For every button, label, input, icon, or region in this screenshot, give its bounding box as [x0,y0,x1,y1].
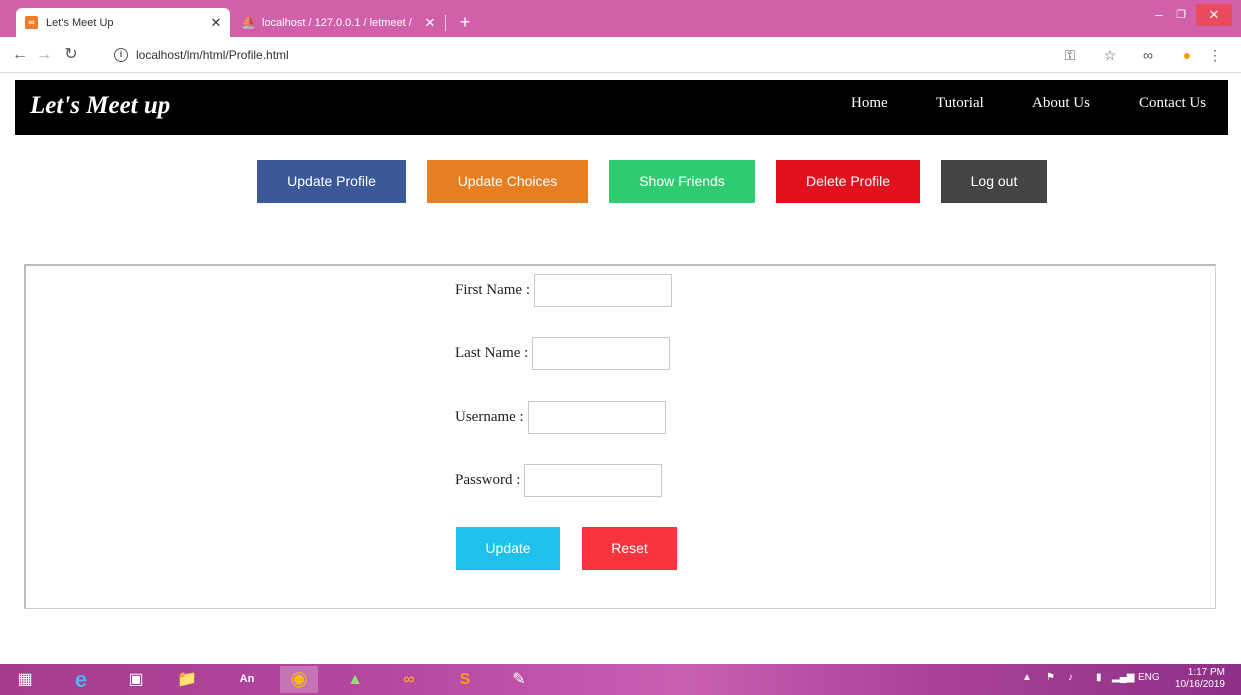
tab-separator [445,15,446,31]
windows-start-icon[interactable]: ▦ [6,666,44,693]
window-close-icon[interactable]: ✕ [1196,4,1232,26]
extension-icon[interactable]: ● [1175,44,1199,66]
new-tab-icon[interactable]: + [456,12,474,32]
forward-icon[interactable]: → [33,44,55,66]
username-label: Username : [455,409,524,425]
xampp-taskbar-icon[interactable]: ∞ [390,666,428,693]
last-name-label: Last Name : [455,345,529,361]
nav-about-us[interactable]: About Us [1032,95,1090,112]
taskbar: ▦ e ▣ 📁 An ◉ ▲ ∞ S ✎ ▲ ⚑ ♪ ▮ ▂▄▆ ENG 1:1… [0,664,1241,695]
close-icon[interactable]: ✕ [422,15,438,31]
username-row: Username : [455,401,666,434]
address-toolbar: ← → ↻ i localhost/lm/html/Profile.html ⚿… [0,37,1241,73]
star-icon[interactable]: ☆ [1100,44,1120,66]
internet-explorer-icon[interactable]: e [62,666,100,693]
extension-infinity-icon[interactable]: ∞ [1138,44,1158,66]
reset-button[interactable]: Reset [582,527,677,570]
tab-lets-meet-up[interactable]: ∞ Let's Meet Up ✕ [16,8,230,37]
first-name-field[interactable] [534,274,672,307]
tab-strip: ∞ Let's Meet Up ✕ ⛵ localhost / 127.0.0.… [0,0,1241,37]
file-explorer-icon[interactable]: 📁 [168,666,206,693]
delete-profile-button[interactable]: Delete Profile [776,160,920,203]
winrar-icon[interactable]: ▣ [117,666,155,693]
reload-icon[interactable]: ↻ [60,44,82,66]
signal-icon[interactable]: ▂▄▆ [1112,672,1134,683]
battery-icon[interactable]: ▮ [1096,672,1102,683]
android-studio-icon[interactable]: ▲ [336,666,374,693]
address-bar[interactable]: i localhost/lm/html/Profile.html [104,42,1134,68]
password-field[interactable] [524,464,663,497]
site-header: Let's Meet up Home Tutorial About Us Con… [15,80,1228,135]
nav-home[interactable]: Home [851,95,888,112]
adobe-animate-icon[interactable]: An [228,666,266,693]
close-icon[interactable]: ✕ [208,15,224,31]
show-hidden-icons-icon[interactable]: ▲ [1022,672,1032,683]
paint-icon[interactable]: ✎ [500,666,538,693]
volume-icon[interactable]: ♪ [1068,672,1073,683]
nav-contact-us[interactable]: Contact Us [1139,95,1206,112]
update-button[interactable]: Update [456,527,560,570]
clock[interactable]: 1:17 PM 10/16/2019 [1175,667,1225,691]
first-name-label: First Name : [455,282,530,298]
back-icon[interactable]: ← [9,44,31,66]
sublime-text-icon[interactable]: S [446,666,484,693]
key-icon[interactable]: ⚿ [1060,44,1080,66]
tab-phpmyadmin[interactable]: ⛵ localhost / 127.0.0.1 / letmeet / ✕ [232,8,444,37]
site-brand[interactable]: Let's Meet up [30,92,170,120]
tab-title: Let's Meet Up [46,16,114,29]
password-label: Password : [455,472,521,488]
language-indicator[interactable]: ENG [1138,672,1160,683]
network-flag-icon[interactable]: ⚑ [1046,672,1055,683]
clock-time: 1:17 PM [1187,667,1225,678]
nav-tutorial[interactable]: Tutorial [936,95,984,112]
password-row: Password : [455,464,663,497]
phpmyadmin-icon: ⛵ [241,15,256,29]
update-choices-button[interactable]: Update Choices [427,160,588,203]
last-name-row: Last Name : [455,337,671,370]
tab-title: localhost / 127.0.0.1 / letmeet / [262,16,412,29]
show-friends-button[interactable]: Show Friends [609,160,755,203]
restore-icon[interactable]: ❐ [1170,4,1192,26]
info-icon[interactable]: i [114,48,128,62]
first-name-row: First Name : [455,274,672,307]
log-out-button[interactable]: Log out [941,160,1047,203]
username-field[interactable] [527,401,666,434]
menu-icon[interactable]: ⋮ [1207,44,1223,66]
last-name-field[interactable] [532,337,671,370]
clock-date: 10/16/2019 [1174,679,1225,690]
url-text: localhost/lm/html/Profile.html [136,48,289,62]
update-profile-button[interactable]: Update Profile [257,160,406,203]
chrome-icon[interactable]: ◉ [280,666,318,693]
xampp-icon: ∞ [25,16,38,29]
minimize-icon[interactable]: – [1148,4,1170,26]
